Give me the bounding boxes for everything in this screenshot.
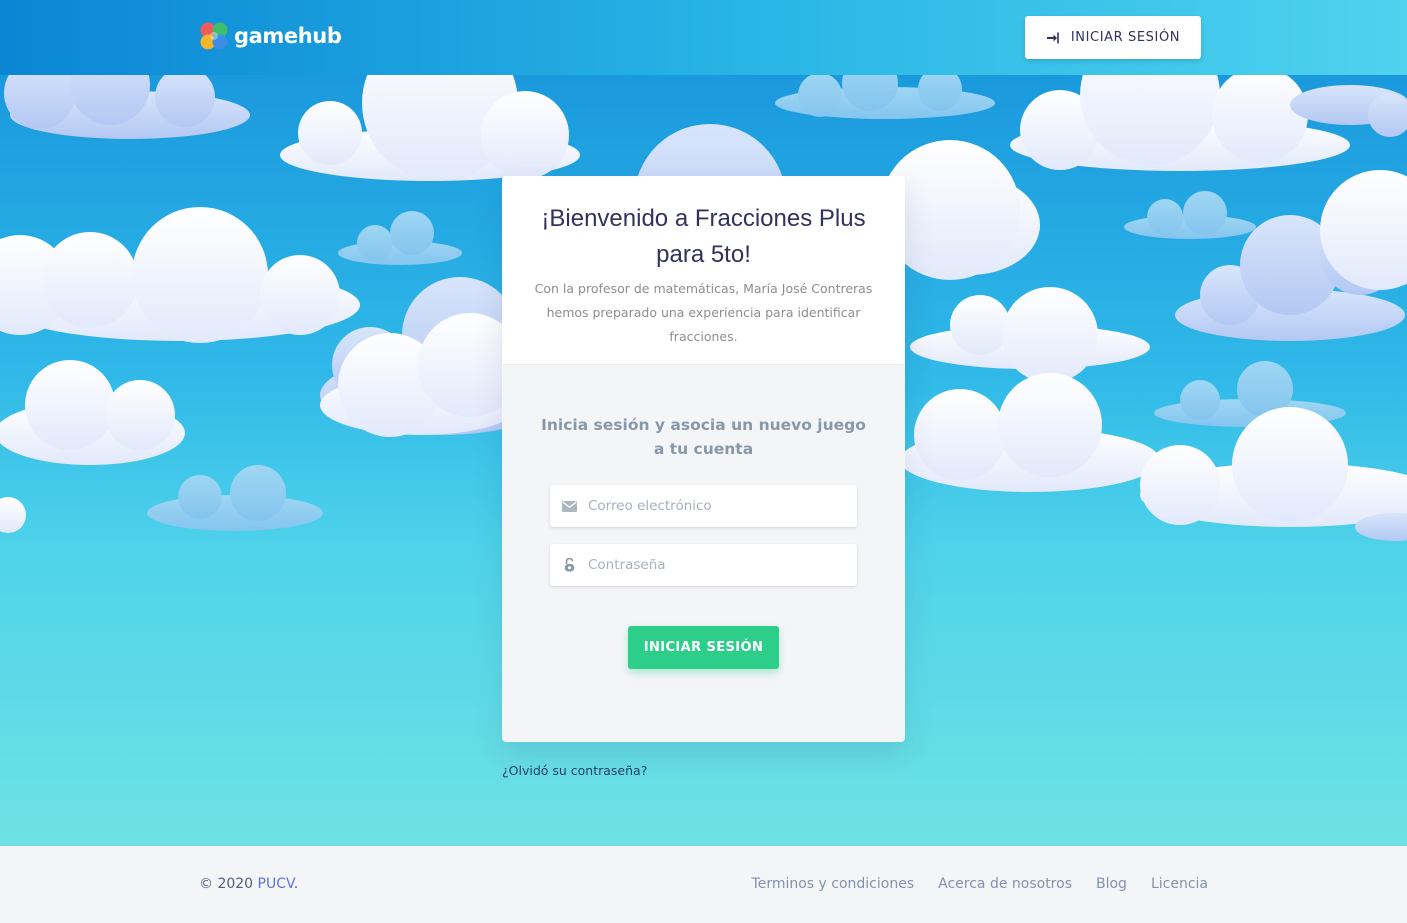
forgot-password-link[interactable]: ¿Olvidó su contraseña? (502, 763, 647, 778)
footer-link-about[interactable]: Acerca de nosotros (938, 876, 1072, 892)
footer-nav: Terminos y condiciones Acerca de nosotro… (728, 876, 1208, 892)
form-subtitle: Inicia sesión y asocia un nuevo juego a … (541, 416, 866, 458)
copyright-link[interactable]: PUCV (258, 876, 294, 892)
footer-link-blog[interactable]: Blog (1096, 876, 1127, 892)
email-field[interactable] (550, 485, 857, 527)
login-form: Inicia sesión y asocia un nuevo juego a … (502, 413, 905, 669)
top-navbar: gamehub INICIAR SESIÓN (0, 0, 1407, 75)
brand-name: gamehub (234, 24, 342, 48)
header-login-button[interactable]: INICIAR SESIÓN (1025, 16, 1201, 59)
password-input[interactable] (588, 557, 843, 573)
sign-in-icon (1046, 32, 1059, 44)
welcome-description: Con la profesor de matemáticas, María Jo… (534, 281, 873, 344)
footer-link-terms[interactable]: Terminos y condiciones (752, 876, 915, 892)
submit-login-button[interactable]: INICIAR SESIÓN (628, 626, 779, 669)
header-login-label: INICIAR SESIÓN (1070, 30, 1181, 45)
footer-link-license[interactable]: Licencia (1151, 876, 1208, 892)
lock-open-icon (550, 558, 588, 572)
envelope-icon (550, 500, 588, 512)
page-footer: © 2020 PUCV. Terminos y condiciones Acer… (0, 846, 1407, 923)
copyright-prefix: © 2020 (199, 876, 254, 892)
copyright: © 2020 PUCV. (199, 876, 298, 892)
email-input[interactable] (588, 498, 843, 514)
copyright-suffix: . (293, 876, 299, 892)
gamehub-logo-icon (199, 21, 229, 51)
brand-logo[interactable]: gamehub (199, 20, 342, 52)
login-card: ¡Bienvenido a Fracciones Plus para 5to! … (502, 176, 905, 742)
password-field[interactable] (550, 544, 857, 586)
welcome-section: ¡Bienvenido a Fracciones Plus para 5to! … (502, 176, 905, 365)
welcome-title: ¡Bienvenido a Fracciones Plus para 5to! (541, 205, 866, 268)
